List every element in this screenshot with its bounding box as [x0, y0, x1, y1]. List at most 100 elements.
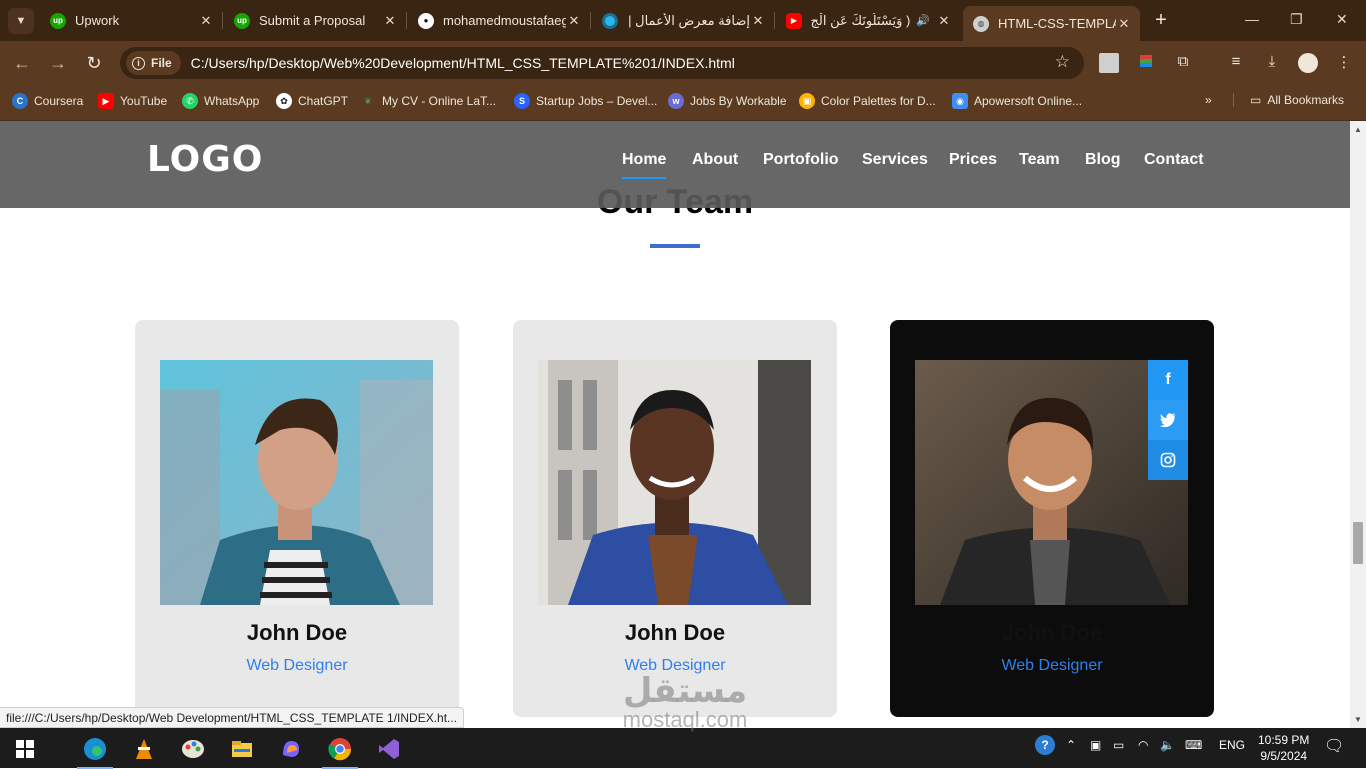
- tab-youtube[interactable]: ▶ ( وَيَسْتَلُونَكَ عَنِ الْجِ 🔊 ✕: [776, 6, 960, 35]
- github-icon: ●: [418, 12, 434, 29]
- twitter-icon[interactable]: [1148, 400, 1188, 440]
- wifi-icon[interactable]: ◠: [1138, 738, 1148, 752]
- nav-blog[interactable]: Blog: [1085, 151, 1121, 169]
- tab-submit-proposal[interactable]: up Submit a Proposal ✕: [224, 6, 407, 35]
- new-tab-button[interactable]: +: [1150, 9, 1172, 32]
- team-card: John Doe Web Designer: [135, 320, 459, 717]
- show-hidden-icons-icon[interactable]: ⌃: [1066, 738, 1076, 752]
- facebook-icon[interactable]: f: [1148, 360, 1188, 400]
- workable-icon: w: [668, 93, 684, 109]
- team-card: John Doe Web Designer: [513, 320, 837, 717]
- back-arrow-icon[interactable]: ←: [12, 53, 32, 74]
- keyboard-icon[interactable]: ⌨: [1185, 738, 1202, 752]
- close-icon[interactable]: ✕: [566, 13, 582, 29]
- paint-icon[interactable]: [178, 734, 208, 764]
- extensions-puzzle-icon[interactable]: ⧉: [1173, 53, 1193, 73]
- menu-kebab-icon[interactable]: ⋮: [1334, 53, 1354, 73]
- close-icon[interactable]: ✕: [936, 13, 952, 29]
- media-queue-icon[interactable]: ≡: [1226, 53, 1246, 73]
- bookmark-chatgpt[interactable]: ✿ ChatGPT: [276, 93, 348, 109]
- bookmark-youtube[interactable]: ▶ YouTube: [98, 93, 167, 109]
- qr-code-icon[interactable]: [1099, 53, 1119, 73]
- extension-color-icon[interactable]: [1136, 53, 1156, 73]
- youtube-icon: ▶: [98, 93, 114, 109]
- team-member-photo: [538, 360, 811, 605]
- member-name: John Doe: [624, 620, 726, 645]
- close-icon[interactable]: ✕: [750, 13, 766, 29]
- nav-services[interactable]: Services: [862, 151, 928, 169]
- site-info-chip[interactable]: i File: [126, 51, 181, 75]
- forward-arrow-icon[interactable]: →: [48, 53, 68, 74]
- tab-search-button[interactable]: ▼: [8, 8, 34, 34]
- startup-jobs-icon: S: [514, 93, 530, 109]
- watermark-latin: mostaql.com: [622, 707, 748, 732]
- instagram-icon[interactable]: [1148, 440, 1188, 480]
- scrollbar-thumb[interactable]: [1353, 522, 1363, 564]
- language-indicator[interactable]: ENG: [1219, 738, 1245, 752]
- site-logo[interactable]: LOGO: [147, 139, 263, 180]
- tab-upwork[interactable]: up Upwork ✕: [40, 6, 223, 35]
- nav-contact[interactable]: Contact: [1144, 151, 1204, 169]
- close-icon[interactable]: ✕: [198, 13, 214, 29]
- bookmark-label: Color Palettes for D...: [821, 94, 936, 108]
- notifications-icon[interactable]: 🗨: [1324, 736, 1344, 756]
- member-role: Web Designer: [1001, 657, 1103, 674]
- overleaf-icon: ❦: [364, 95, 372, 106]
- nav-portofolio[interactable]: Portofolio: [763, 151, 839, 169]
- speaker-icon[interactable]: 🔊: [916, 14, 930, 27]
- whatsapp-icon: ✆: [182, 93, 198, 109]
- chrome-icon[interactable]: [322, 734, 358, 769]
- close-icon[interactable]: ✕: [382, 13, 398, 29]
- scroll-down-icon[interactable]: ▼: [1354, 715, 1362, 724]
- coursera-icon: C: [12, 93, 28, 109]
- reload-icon[interactable]: ↻: [84, 53, 104, 74]
- bookmark-label: Coursera: [34, 94, 84, 108]
- team-card-active: f John Doe Web Designer: [890, 320, 1214, 717]
- visual-studio-icon[interactable]: [374, 734, 404, 764]
- member-name: John Doe: [1001, 620, 1103, 645]
- address-bar[interactable]: i File C:/Users/hp/Desktop/Web%20Develop…: [120, 47, 1084, 79]
- bookmark-coursera[interactable]: C Coursera: [12, 93, 83, 109]
- close-window-icon[interactable]: ✕: [1336, 11, 1348, 28]
- page-scrollbar[interactable]: ▲ ▼: [1350, 121, 1366, 728]
- bookmark-my-cv[interactable]: ❦ My CV - Online LaT...: [360, 93, 496, 109]
- folder-icon: ▭: [1250, 93, 1262, 107]
- url-text[interactable]: C:/Users/hp/Desktop/Web%20Development/HT…: [191, 55, 735, 71]
- minimize-icon[interactable]: —: [1245, 11, 1259, 27]
- bookmark-apowersoft[interactable]: ◉ Apowersoft Online...: [952, 93, 1082, 109]
- all-bookmarks-button[interactable]: ▭ All Bookmarks: [1233, 93, 1344, 107]
- nav-prices[interactable]: Prices: [949, 151, 997, 169]
- vlc-icon[interactable]: [129, 734, 159, 764]
- bookmark-whatsapp[interactable]: ✆ WhatsApp: [182, 93, 259, 109]
- taskbar-clock[interactable]: 10:59 PM 9/5/2024: [1258, 732, 1309, 764]
- tab-strip: ▼ up Upwork ✕ up Submit a Proposal ✕ ● m…: [0, 0, 1366, 41]
- help-icon[interactable]: ?: [1035, 735, 1055, 755]
- bookmark-startup-jobs[interactable]: S Startup Jobs – Devel...: [514, 93, 657, 109]
- clock-date: 9/5/2024: [1260, 749, 1308, 763]
- volume-icon[interactable]: 🔈: [1160, 738, 1175, 752]
- nav-home[interactable]: Home: [622, 151, 667, 179]
- tab-html-css-template[interactable]: ◍ HTML-CSS-TEMPLATE ✕: [963, 6, 1140, 41]
- copilot-icon[interactable]: [276, 734, 306, 764]
- nav-team[interactable]: Team: [1019, 151, 1060, 169]
- clock-time: 10:59 PM: [1258, 733, 1310, 747]
- restore-icon[interactable]: ❐: [1290, 11, 1303, 28]
- bookmark-color-palettes[interactable]: ▣ Color Palettes for D...: [799, 93, 936, 109]
- edge-icon[interactable]: [77, 734, 113, 769]
- meet-now-icon[interactable]: ▣: [1090, 738, 1101, 752]
- download-icon[interactable]: ⤓: [1262, 53, 1282, 73]
- windows-start-icon[interactable]: [10, 734, 40, 764]
- battery-icon[interactable]: ▭: [1113, 738, 1124, 752]
- bookmark-star-icon[interactable]: ☆: [1055, 52, 1070, 72]
- bookmarks-overflow-icon[interactable]: »: [1205, 93, 1212, 107]
- chevron-down-icon: ▼: [15, 15, 27, 27]
- file-explorer-icon[interactable]: [227, 734, 257, 764]
- profile-avatar[interactable]: [1298, 53, 1318, 73]
- tab-github[interactable]: ● mohamedmoustafaeg ✕: [408, 6, 591, 35]
- bookmark-workable[interactable]: w Jobs By Workable: [668, 93, 787, 109]
- close-icon[interactable]: ✕: [1116, 16, 1132, 32]
- nav-about[interactable]: About: [692, 151, 738, 169]
- tab-mostaql[interactable]: إضافة معرض الأعمال | ✕: [592, 6, 775, 35]
- tab-title: إضافة معرض الأعمال |: [628, 12, 750, 28]
- scroll-up-icon[interactable]: ▲: [1354, 125, 1362, 134]
